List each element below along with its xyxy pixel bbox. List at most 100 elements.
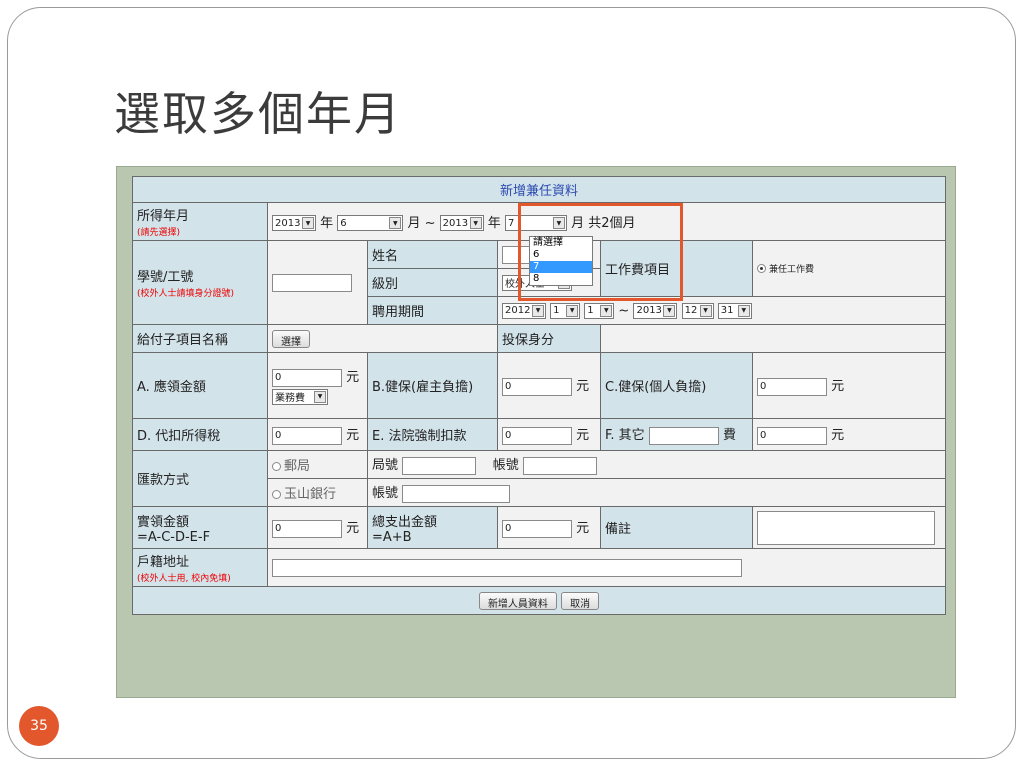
slide-title: 選取多個年月 — [114, 87, 402, 141]
work-item-cell: 兼任工作費 — [751, 240, 947, 297]
total-cell: 0 元 — [497, 506, 601, 549]
highlight-box — [518, 203, 683, 301]
actions-row: 新增人員資料 取消 — [131, 586, 947, 615]
branch-input[interactable] — [402, 456, 477, 475]
c-unit: 元 — [831, 379, 845, 395]
bank-acct-label: 帳號 — [372, 486, 399, 502]
period-year1-select[interactable]: 2012 ▼ — [502, 302, 546, 319]
total-unit: 元 — [576, 521, 590, 537]
e-label: E. 法院強制扣款 — [367, 418, 498, 451]
period-separator: ~ — [618, 303, 630, 318]
id-cell — [267, 240, 368, 325]
post-label: 郵局 — [284, 459, 311, 474]
a-amount-input[interactable]: 0 — [272, 368, 342, 387]
note-label: 備註 — [600, 506, 753, 549]
chevron-down-icon: ▼ — [389, 217, 402, 230]
post-acct-label: 帳號 — [492, 458, 519, 474]
period-month2-select[interactable]: 12 ▼ — [681, 302, 714, 319]
chevron-down-icon: ▼ — [532, 304, 544, 317]
f-other-input[interactable] — [648, 426, 719, 445]
note-cell — [751, 506, 947, 549]
period-day1-select[interactable]: 1 ▼ — [584, 302, 615, 319]
bank-option-cell: 玉山銀行 — [267, 478, 368, 507]
chevron-down-icon: ▼ — [699, 304, 712, 317]
submit-button[interactable]: 新增人員資料 — [478, 591, 557, 610]
address-cell — [266, 548, 947, 587]
a-cell: 0 元 業務費 ▼ — [267, 352, 368, 419]
d-unit: 元 — [346, 428, 360, 444]
f-unit: 元 — [831, 428, 845, 444]
form-header: 新增兼任資料 — [131, 176, 947, 203]
a-type-select[interactable]: 業務費 ▼ — [272, 388, 328, 405]
a-label: A. 應領金額 — [132, 352, 268, 419]
note-textarea[interactable] — [757, 510, 935, 545]
cancel-button[interactable]: 取消 — [561, 591, 600, 610]
c-label: C.健保(個人負擔) — [600, 352, 753, 419]
insure-label: 投保身分 — [497, 324, 601, 353]
e-cell: 0 元 — [497, 418, 601, 451]
grade-label: 級別 — [367, 268, 498, 297]
select-pay-item-button[interactable]: 選擇 — [272, 329, 310, 348]
month-unit: 月 — [407, 215, 421, 231]
total-amount-input[interactable]: 0 — [502, 519, 572, 538]
chevron-down-icon: ▼ — [469, 217, 482, 230]
net-label: 實領金額 =A-C-D-E-F — [132, 506, 268, 549]
period-day2-select[interactable]: 31 ▼ — [717, 302, 752, 319]
b-unit: 元 — [576, 379, 590, 395]
remit-label: 匯款方式 — [132, 450, 268, 507]
to-year-select[interactable]: 2013 ▼ — [439, 215, 484, 232]
f-label-cell: F. 其它 費 — [600, 418, 753, 451]
page-number-badge: 35 — [19, 706, 59, 746]
b-amount-input[interactable]: 0 — [502, 377, 572, 396]
b-cell: 0 元 — [497, 352, 601, 419]
post-acct-input[interactable] — [522, 456, 597, 475]
e-amount-input[interactable]: 0 — [502, 426, 572, 445]
bank-fields: 帳號 — [366, 478, 947, 507]
period-month1-select[interactable]: 1 ▼ — [550, 302, 581, 319]
chevron-down-icon: ▼ — [737, 304, 750, 317]
d-amount-input[interactable]: 0 — [272, 426, 342, 445]
year-unit: 年 — [320, 215, 334, 231]
c-amount-input[interactable]: 0 — [757, 377, 827, 396]
f-amount-input[interactable]: 0 — [757, 426, 827, 445]
post-radio[interactable] — [272, 462, 281, 471]
work-item-option: 兼任工作費 — [769, 265, 815, 275]
net-unit: 元 — [346, 521, 360, 537]
post-option-cell: 郵局 — [267, 450, 368, 479]
id-label: 學號/工號 (校外人士請填身分證號) — [132, 240, 268, 325]
bank-label: 玉山銀行 — [284, 487, 337, 502]
chevron-down-icon: ▼ — [663, 304, 676, 317]
from-month-select[interactable]: 6 ▼ — [337, 215, 404, 232]
chevron-down-icon: ▼ — [302, 217, 314, 230]
address-label: 戶籍地址 (校外人士用, 校內免填) — [132, 548, 268, 587]
post-fields: 局號 帳號 — [366, 450, 947, 479]
period-year2-select[interactable]: 2013 ▼ — [633, 302, 678, 319]
period-label: 聘用期間 — [367, 296, 498, 325]
work-item-radio[interactable] — [757, 264, 766, 273]
d-label: D. 代扣所得稅 — [132, 418, 268, 451]
net-amount-input[interactable]: 0 — [272, 519, 342, 538]
address-input[interactable] — [272, 558, 742, 577]
pay-item-cell: 選擇 — [267, 324, 498, 353]
net-cell: 0 元 — [267, 506, 368, 549]
insure-cell — [599, 324, 947, 353]
id-input[interactable] — [272, 273, 352, 292]
total-label: 總支出金額 =A+B — [367, 506, 498, 549]
bank-acct-input[interactable] — [402, 484, 511, 503]
income-period-label: 所得年月 (請先選擇) — [132, 202, 268, 241]
chevron-down-icon: ▼ — [566, 304, 579, 317]
to-year-unit: 年 — [487, 215, 501, 231]
branch-label: 局號 — [372, 458, 399, 474]
b-label: B.健保(雇主負擔) — [367, 352, 498, 419]
a-unit: 元 — [346, 370, 360, 386]
d-cell: 0 元 — [267, 418, 368, 451]
bank-radio[interactable] — [272, 490, 281, 499]
from-year-select[interactable]: 2013 ▼ — [272, 215, 316, 232]
chevron-down-icon: ▼ — [314, 390, 326, 403]
name-label: 姓名 — [367, 240, 498, 269]
range-separator: ~ — [424, 215, 436, 231]
f-cell: 0 元 — [751, 418, 947, 451]
e-unit: 元 — [576, 428, 590, 444]
c-cell: 0 元 — [751, 352, 947, 419]
chevron-down-icon: ▼ — [600, 304, 613, 317]
